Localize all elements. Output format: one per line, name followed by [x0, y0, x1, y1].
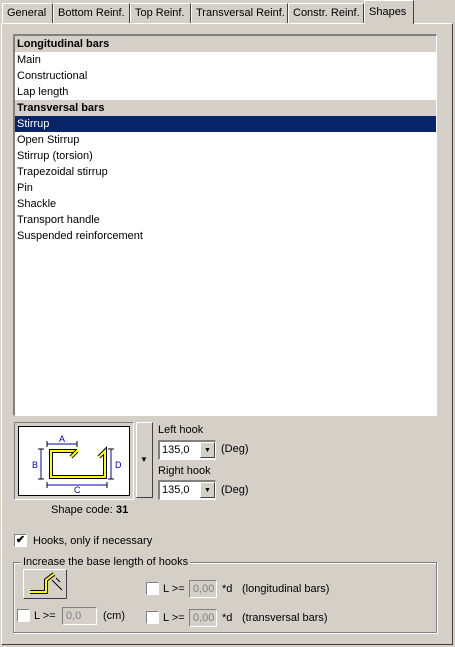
- chevron-down-icon: ▼: [140, 455, 148, 464]
- left-hook-value: 135,0: [162, 444, 190, 456]
- long-increase-checkbox[interactable]: [146, 582, 159, 595]
- cm-l-prefix: L >=: [34, 610, 56, 622]
- right-hook-unit: (Deg): [221, 484, 249, 496]
- tab-general[interactable]: General: [2, 3, 53, 23]
- dim-label-a: A: [59, 434, 65, 444]
- increase-hooks-group-title: Increase the base length of hooks: [21, 556, 191, 568]
- dim-label-b: B: [32, 460, 38, 470]
- long-unit: *d: [222, 583, 233, 595]
- tab-transversal-reinf[interactable]: Transversal Reinf.: [191, 3, 288, 23]
- tab-label: Constr. Reinf.: [293, 7, 360, 19]
- shape-preview-canvas: A B D C: [18, 426, 130, 496]
- list-item-stirrup-torsion[interactable]: Stirrup (torsion): [15, 148, 436, 164]
- shape-code-label: Shape code:: [51, 504, 113, 516]
- trans-l-prefix: L >=: [163, 612, 185, 624]
- left-hook-select[interactable]: 135,0 ▼: [158, 440, 216, 460]
- shape-dropdown-button[interactable]: ▼: [136, 422, 153, 498]
- stirrup-shape-drawing: A B D C: [32, 434, 122, 495]
- tab-label: Transversal Reinf.: [196, 7, 285, 19]
- list-header-transversal: Transversal bars: [15, 100, 436, 116]
- dim-label-d: D: [115, 460, 122, 470]
- cm-unit: (cm): [103, 610, 125, 622]
- list-item-stirrup[interactable]: Stirrup: [15, 116, 436, 132]
- cm-increase-checkbox[interactable]: [17, 609, 30, 622]
- shape-category-list[interactable]: Longitudinal bars Main Constructional La…: [13, 34, 437, 416]
- left-hook-unit: (Deg): [221, 443, 249, 455]
- long-l-prefix: L >=: [163, 583, 185, 595]
- list-item-transport-handle[interactable]: Transport handle: [15, 212, 436, 228]
- tab-label: Bottom Reinf.: [58, 7, 125, 19]
- list-item-suspended-reinforcement[interactable]: Suspended reinforcement: [15, 228, 436, 244]
- chevron-down-icon[interactable]: ▼: [200, 442, 215, 458]
- tab-label: Shapes: [369, 6, 407, 18]
- list-item-trapezoidal-stirrup[interactable]: Trapezoidal stirrup: [15, 164, 436, 180]
- hook-icon: [30, 572, 63, 594]
- list-item-pin[interactable]: Pin: [15, 180, 436, 196]
- left-hook-label: Left hook: [158, 424, 204, 436]
- list-item-constructional[interactable]: Constructional: [15, 68, 436, 84]
- trans-unit: *d: [222, 612, 233, 624]
- tab-shapes[interactable]: Shapes: [364, 0, 414, 24]
- shape-code-value: 31: [116, 504, 129, 516]
- tab-constr-reinf[interactable]: Constr. Reinf.: [288, 3, 364, 23]
- hooks-if-necessary-label: Hooks, only if necessary: [33, 535, 153, 547]
- hooks-if-necessary-checkbox[interactable]: ✔: [14, 534, 27, 547]
- trans-increase-checkbox[interactable]: [146, 611, 159, 624]
- cm-increase-input[interactable]: 0,0: [62, 607, 97, 625]
- list-item-shackle[interactable]: Shackle: [15, 196, 436, 212]
- long-desc: (longitudinal bars): [242, 583, 330, 595]
- tab-label: General: [7, 7, 47, 19]
- list-header-longitudinal: Longitudinal bars: [15, 36, 436, 52]
- shape-preview-frame[interactable]: A B D C: [14, 422, 134, 500]
- trans-desc: (transversal bars): [242, 612, 328, 624]
- right-hook-label: Right hook: [158, 465, 211, 477]
- tab-bottom-reinf[interactable]: Bottom Reinf.: [53, 3, 130, 23]
- list-item-open-stirrup[interactable]: Open Stirrup: [15, 132, 436, 148]
- hook-shape-button[interactable]: [23, 569, 67, 599]
- dim-label-c: C: [74, 485, 81, 495]
- tab-top-reinf[interactable]: Top Reinf.: [130, 3, 191, 23]
- trans-increase-input[interactable]: 0,00: [189, 609, 217, 627]
- list-item-lap-length[interactable]: Lap length: [15, 84, 436, 100]
- right-hook-value: 135,0: [162, 484, 190, 496]
- right-hook-select[interactable]: 135,0 ▼: [158, 480, 216, 500]
- list-item-main[interactable]: Main: [15, 52, 436, 68]
- long-increase-input[interactable]: 0,00: [189, 580, 217, 598]
- chevron-down-icon[interactable]: ▼: [200, 482, 215, 498]
- tab-label: Top Reinf.: [135, 7, 185, 19]
